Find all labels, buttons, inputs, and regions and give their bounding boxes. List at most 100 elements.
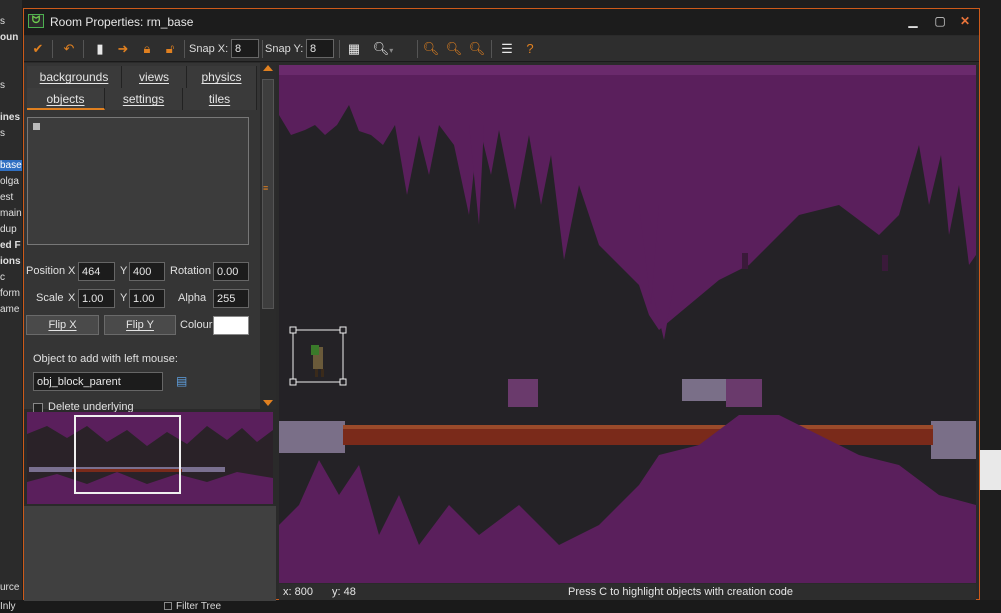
bg-tree-item: c	[0, 272, 5, 283]
flip-y-button[interactable]: Flip Y	[104, 315, 176, 335]
new-page-icon[interactable]: ▮	[90, 39, 110, 59]
colour-label: Colour	[180, 319, 213, 331]
scale-y-input[interactable]	[129, 289, 165, 308]
object-browse-icon[interactable]: ▤	[176, 374, 190, 388]
snap-x-input[interactable]	[231, 39, 259, 58]
rotation-label: Rotation	[170, 265, 211, 277]
tab-tiles[interactable]: tiles	[183, 88, 257, 110]
status-message: Press C to highlight objects with creati…	[568, 586, 794, 598]
bg-bottom-item-1: Inly	[0, 601, 16, 612]
bg-bottom-item-0: urce	[0, 582, 20, 593]
tab-backgrounds[interactable]: backgrounds	[27, 66, 122, 88]
confirm-check-icon[interactable]: ✔	[28, 39, 48, 59]
scale-x-label: X	[68, 292, 76, 304]
tab-settings[interactable]: settings	[105, 88, 183, 110]
window-title: Room Properties: rm_base	[50, 15, 194, 29]
bg-tree-item: est	[0, 192, 14, 203]
scroll-grip-icon: ≡	[263, 183, 269, 193]
position-x-label: X	[68, 265, 76, 277]
toolbar-separator	[491, 40, 492, 58]
background-window-edge	[979, 450, 1001, 490]
minimize-button[interactable]: ▁	[903, 14, 923, 30]
colour-swatch[interactable]	[213, 316, 249, 335]
bg-tree-item: olga	[0, 176, 19, 187]
toolbar-separator	[52, 40, 53, 58]
arrow-right-icon[interactable]: ➜	[113, 39, 133, 59]
room-properties-window: ᗢ Room Properties: rm_base ▁ ▢ ✕ ✔ ↶ ▮ ➜…	[23, 8, 980, 601]
room-canvas[interactable]	[279, 65, 976, 583]
snap-x-label: Snap X:	[189, 43, 229, 55]
unlock-icon[interactable]: 🔓︎	[160, 39, 180, 59]
bg-tree-item: form	[0, 288, 20, 299]
toolbar-separator	[262, 40, 263, 58]
filter-tree-label: Filter Tree	[176, 601, 222, 612]
alpha-input[interactable]	[213, 289, 249, 308]
snap-y-label: Snap Y:	[265, 43, 304, 55]
tab-objects[interactable]: objects	[27, 88, 105, 110]
grid-icon[interactable]: ▦	[344, 39, 364, 59]
alpha-label: Alpha	[178, 292, 207, 304]
position-y-label: Y	[120, 265, 128, 277]
background-bottom-bar: urce Inly Filter Tree	[0, 582, 1001, 613]
scroll-thumb[interactable]	[262, 79, 274, 309]
position-label: Position	[26, 265, 66, 277]
toolbar: ✔ ↶ ▮ ➜ 🔒︎ 🔓︎ Snap X: Snap Y: ▦ 🔍︎▾ 🔍︎ 🔍…	[24, 36, 979, 62]
object-add-field[interactable]	[33, 372, 163, 391]
title-bar: ᗢ Room Properties: rm_base ▁ ▢ ✕	[24, 9, 979, 35]
toolbar-separator	[184, 40, 185, 58]
zoom-in-icon[interactable]: 🔍︎	[467, 39, 487, 59]
position-x-input[interactable]	[78, 262, 115, 281]
bg-tree-item: ions	[0, 256, 21, 267]
filter-tree-box[interactable]	[164, 602, 172, 610]
properties-panel: backgrounds views physics objects settin…	[24, 63, 260, 413]
zoom-out-icon[interactable]: 🔍︎	[421, 39, 441, 59]
status-x: x: 800	[283, 586, 313, 598]
status-bar: x: 800 y: 48 Press C to highlight object…	[279, 584, 976, 600]
bg-tree-item: ed F	[0, 240, 21, 251]
room-art	[279, 65, 976, 583]
background-resource-tree: s oun s ines s base olga est main dup ed F ions c for…	[0, 0, 22, 613]
scale-y-label: Y	[120, 292, 128, 304]
tab-row-1: backgrounds views physics	[27, 66, 257, 88]
properties-scrollbar[interactable]: ≡	[260, 63, 276, 409]
scale-x-input[interactable]	[78, 289, 115, 308]
status-y: y: 48	[332, 586, 356, 598]
bg-tree-item: main	[0, 208, 22, 219]
bg-tree-item: base	[0, 160, 22, 171]
scroll-down-icon[interactable]	[263, 400, 273, 406]
flip-x-button[interactable]: Flip X	[26, 315, 99, 335]
bg-tree-item: ame	[0, 304, 20, 315]
gamemaker-logo-icon: ᗢ	[28, 14, 44, 28]
bg-tree-item: oun	[0, 32, 19, 43]
filter-tree-checkbox[interactable]: Filter Tree	[164, 601, 221, 612]
snap-y-input[interactable]	[306, 39, 334, 58]
zoom-reset-icon[interactable]: 🔍︎	[444, 39, 464, 59]
position-y-input[interactable]	[129, 262, 165, 281]
undo-icon[interactable]: ↶	[59, 39, 79, 59]
bg-tree-item: s	[0, 80, 5, 91]
tab-row-2: objects settings tiles	[27, 88, 257, 110]
minimap-empty-area	[24, 506, 276, 601]
minimap-viewport[interactable]	[74, 415, 181, 494]
tab-views[interactable]: views	[122, 66, 187, 88]
bg-tree-item: dup	[0, 224, 17, 235]
help-icon[interactable]: ?	[520, 39, 540, 59]
object-preview-box	[27, 117, 249, 245]
list-icon[interactable]: ☰	[497, 39, 517, 59]
room-minimap[interactable]	[27, 412, 273, 504]
rotation-input[interactable]	[213, 262, 249, 281]
maximize-button[interactable]: ▢	[930, 14, 950, 30]
close-button[interactable]: ✕	[955, 14, 975, 30]
toolbar-separator	[417, 40, 418, 58]
zoom-dropdown-icon[interactable]: 🔍︎▾	[368, 39, 398, 59]
toolbar-separator	[339, 40, 340, 58]
bg-tree-item: s	[0, 128, 5, 139]
lock-icon[interactable]: 🔒︎	[137, 39, 157, 59]
tab-physics[interactable]: physics	[187, 66, 257, 88]
bg-tree-item: s	[0, 16, 5, 27]
object-add-label: Object to add with left mouse:	[33, 353, 178, 365]
scale-label: Scale	[36, 292, 64, 304]
object-preview-marker	[33, 123, 40, 130]
scroll-up-icon[interactable]	[263, 65, 273, 71]
bg-tree-item: ines	[0, 112, 21, 123]
